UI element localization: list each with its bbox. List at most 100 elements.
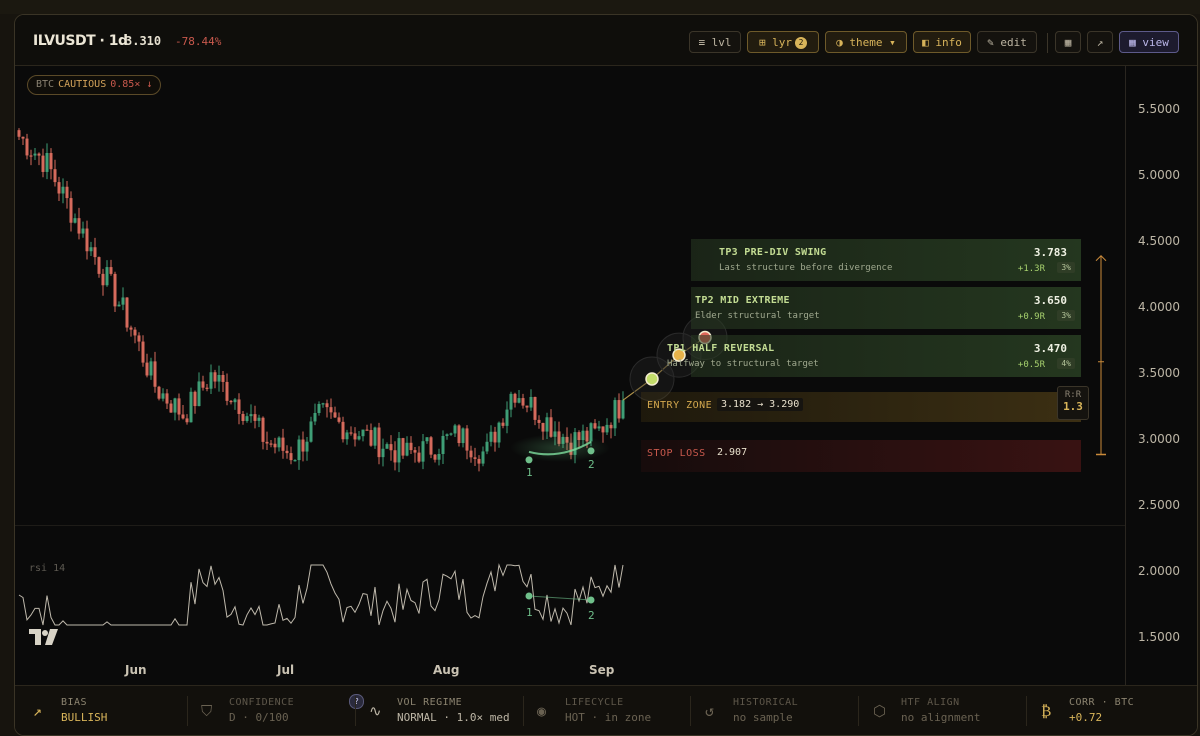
historical-label: HISTORICAL bbox=[733, 697, 799, 708]
tp2-card[interactable]: TP2 MID EXTREME Elder structural target … bbox=[691, 287, 1081, 329]
candle-body bbox=[369, 430, 373, 446]
candle-body bbox=[521, 398, 525, 406]
pivot-dot bbox=[525, 456, 533, 464]
layers-button[interactable]: ⊞ lyr 2 bbox=[747, 31, 819, 53]
candle-body bbox=[401, 438, 405, 456]
candle-body bbox=[529, 396, 533, 408]
rsi-pivot-dot bbox=[587, 596, 595, 604]
candle-body bbox=[125, 297, 129, 328]
candle-body bbox=[249, 414, 253, 417]
candle-body bbox=[277, 437, 281, 448]
candle-body bbox=[325, 403, 329, 408]
candle-body bbox=[29, 155, 33, 157]
y-tick: 4.5000 bbox=[1138, 234, 1180, 248]
tp3-subtitle: Last structure before divergence bbox=[719, 263, 893, 273]
candle-body bbox=[373, 427, 377, 446]
candle-body bbox=[353, 433, 357, 440]
candle-body bbox=[365, 429, 369, 431]
candle-body bbox=[101, 273, 105, 286]
risk-reward-box: R:R 1.3 bbox=[1057, 386, 1089, 420]
theme-dropdown[interactable]: ◑ theme ▾ bbox=[825, 31, 907, 53]
candle-body bbox=[537, 419, 541, 423]
candle-body bbox=[65, 186, 69, 199]
candle-body bbox=[481, 451, 485, 464]
footer-bias[interactable]: ↗ BIAS BULLISH bbox=[33, 686, 193, 735]
candle-body bbox=[73, 218, 77, 223]
bias-label: BIAS bbox=[61, 697, 88, 708]
tp2-subtitle: Elder structural target bbox=[695, 311, 820, 321]
candle-body bbox=[381, 448, 385, 458]
tradingview-logo[interactable] bbox=[29, 629, 59, 649]
candle-body bbox=[49, 153, 53, 170]
rsi-divergence-line bbox=[528, 595, 592, 601]
background-strip bbox=[0, 0, 1200, 14]
corr-label: CORR · BTC bbox=[1069, 697, 1135, 708]
view-button[interactable]: ▦ view bbox=[1119, 31, 1179, 53]
tp1-title: TP1 HALF REVERSAL bbox=[667, 343, 775, 354]
bitcoin-icon: ₿ bbox=[1041, 702, 1052, 720]
y-tick: 5.5000 bbox=[1138, 102, 1180, 116]
tp3-card[interactable]: TP3 PRE-DIV SWING Last structure before … bbox=[691, 239, 1081, 281]
footer-confidence[interactable]: ⛉ CONFIDENCE D · 0/100 ? bbox=[201, 686, 364, 735]
footer-divider bbox=[355, 696, 356, 726]
history-icon: ↺ bbox=[705, 702, 715, 720]
candle-body bbox=[89, 247, 93, 252]
candle-body bbox=[285, 450, 289, 454]
tp2-title: TP2 MID EXTREME bbox=[695, 295, 790, 306]
lifecycle-label: LIFECYCLE bbox=[565, 697, 624, 708]
help-icon[interactable]: ? bbox=[349, 694, 364, 709]
candle-body bbox=[597, 426, 601, 429]
grid-icon[interactable]: ▦ bbox=[1055, 31, 1081, 53]
trend-up-icon: ↗ bbox=[33, 702, 43, 720]
rsi-pivot-dot bbox=[525, 592, 533, 600]
tp2-pct: 3% bbox=[1057, 310, 1075, 321]
candle-body bbox=[149, 361, 153, 376]
candle-body bbox=[205, 387, 209, 389]
y-tick: 1.5000 bbox=[1138, 630, 1180, 644]
candle-body bbox=[349, 432, 353, 434]
levels-button[interactable]: ≡ lvl bbox=[689, 31, 741, 53]
footer-vol-regime[interactable]: ∿ VOL REGIME NORMAL · 1.0× med bbox=[369, 686, 529, 735]
info-button[interactable]: ◧ info bbox=[913, 31, 971, 53]
candle-body bbox=[237, 399, 241, 414]
candle-body bbox=[393, 450, 397, 463]
candle-body bbox=[45, 153, 49, 172]
candle-body bbox=[77, 218, 81, 234]
entry-zone[interactable]: ENTRY ZONE 3.182 → 3.290 bbox=[641, 392, 1081, 422]
price-axis[interactable]: 5.5000 5.0000 4.5000 4.0000 3.5000 3.000… bbox=[1125, 65, 1197, 685]
expand-icon[interactable]: ↗ bbox=[1087, 31, 1113, 53]
candle-body bbox=[25, 138, 29, 156]
footer-htf-align[interactable]: ⬡ HTF ALIGN no alignment bbox=[873, 686, 1033, 735]
chart-header: ILVUSDT · 1d 3.310 -78.44% ≡ lvl ⊞ lyr 2 … bbox=[15, 15, 1197, 66]
tp1-card[interactable]: TP1 HALF REVERSAL Halfway to structural … bbox=[667, 335, 1081, 377]
footer-historical[interactable]: ↺ HISTORICAL no sample bbox=[705, 686, 865, 735]
candle-body bbox=[421, 441, 425, 462]
symbol-title[interactable]: ILVUSDT · 1d bbox=[33, 33, 128, 49]
tp1-pct: 4% bbox=[1057, 358, 1075, 369]
candle-body bbox=[609, 424, 613, 429]
y-tick: 2.0000 bbox=[1138, 564, 1180, 578]
candle-body bbox=[437, 453, 441, 460]
candle-body bbox=[97, 257, 101, 274]
candle-body bbox=[413, 450, 417, 453]
candles-layer bbox=[17, 128, 625, 473]
corr-value: +0.72 bbox=[1069, 711, 1103, 724]
edit-button[interactable]: ✎ edit bbox=[977, 31, 1037, 53]
candle-body bbox=[605, 424, 609, 433]
entry-zone-label: ENTRY ZONE bbox=[647, 400, 713, 411]
candle-body bbox=[221, 374, 225, 382]
candle-body bbox=[201, 381, 205, 388]
candle-body bbox=[333, 412, 337, 418]
footer-lifecycle[interactable]: ◉ LIFECYCLE HOT · in zone bbox=[537, 686, 697, 735]
footer-corr-btc[interactable]: ₿ CORR · BTC +0.72 bbox=[1041, 686, 1191, 735]
lifecycle-value: HOT · in zone bbox=[565, 711, 652, 724]
candle-body bbox=[417, 452, 421, 462]
vol-regime-value: NORMAL · 1.0× med bbox=[397, 711, 510, 724]
candle-body bbox=[81, 228, 85, 234]
x-tick: Jun bbox=[125, 663, 147, 677]
candle-body bbox=[37, 153, 41, 156]
candle-body bbox=[461, 428, 465, 444]
rr-value: 1.3 bbox=[1063, 400, 1083, 413]
candle-body bbox=[41, 155, 45, 172]
stop-loss-zone[interactable]: STOP LOSS 2.907 bbox=[641, 440, 1081, 472]
